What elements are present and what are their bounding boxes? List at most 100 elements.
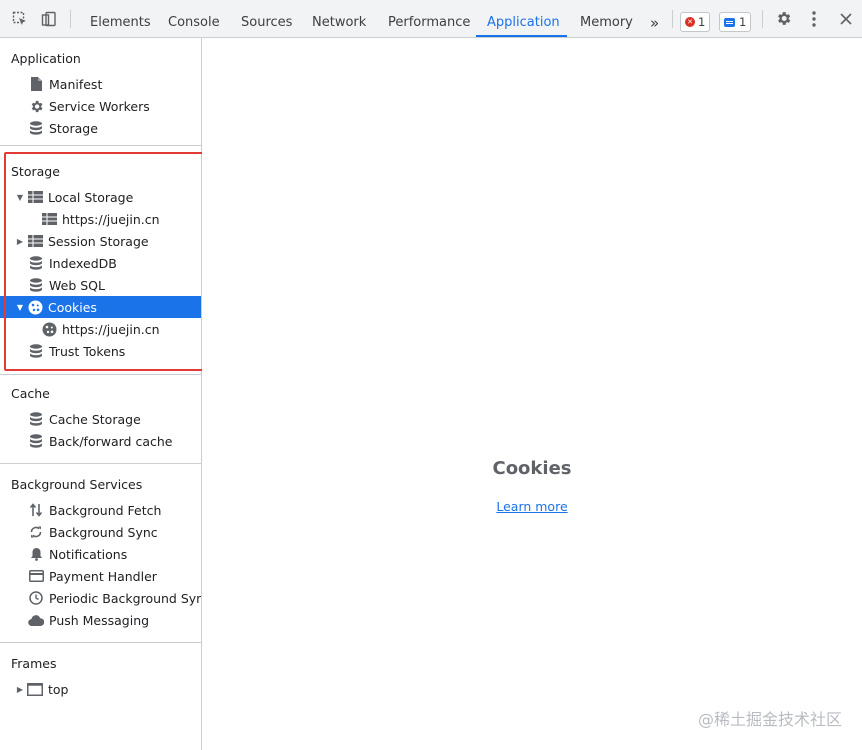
section-title-application: Application <box>11 51 81 66</box>
sidebar-item-label: Back/forward cache <box>49 433 173 449</box>
sync-icon <box>28 524 44 540</box>
file-icon <box>28 76 44 92</box>
watermark: @稀土掘金技术社区 <box>697 710 842 729</box>
toolbar-divider <box>762 10 763 28</box>
main-panel: Cookies Learn more @稀土掘金技术社区 <box>202 38 862 750</box>
sidebar-item-label: Manifest <box>49 76 103 92</box>
bell-icon <box>28 546 44 562</box>
tab-memory[interactable]: Memory <box>580 0 633 37</box>
expand-triangle-icon[interactable]: ▶ <box>15 237 25 246</box>
section-title-background-services: Background Services <box>11 477 143 492</box>
section-title-frames: Frames <box>11 656 57 671</box>
section-divider <box>0 145 201 146</box>
sidebar-item-frame-top[interactable]: ▶ top <box>0 678 201 700</box>
message-icon <box>724 17 735 27</box>
sidebar-item-trust-tokens[interactable]: Trust Tokens <box>0 340 201 362</box>
sidebar-item-label: Service Workers <box>49 98 150 114</box>
section-divider <box>0 642 201 643</box>
tab-network[interactable]: Network <box>312 0 366 37</box>
toolbar-divider <box>672 10 673 28</box>
sidebar-item-push-messaging[interactable]: Push Messaging <box>0 609 201 631</box>
sidebar-item-service-workers[interactable]: Service Workers <box>0 95 201 117</box>
sidebar-item-label: Notifications <box>49 546 128 562</box>
table-icon <box>41 211 57 227</box>
database-icon <box>28 343 44 359</box>
gear-icon[interactable] <box>772 0 794 37</box>
gear-icon <box>28 98 44 114</box>
sidebar-item-label: Cache Storage <box>49 411 141 427</box>
sidebar-item-manifest[interactable]: Manifest <box>0 73 201 95</box>
sidebar-item-background-fetch[interactable]: Background Fetch <box>0 499 201 521</box>
learn-more-link[interactable]: Learn more <box>202 499 862 514</box>
table-icon <box>27 189 43 205</box>
sidebar-item-notifications[interactable]: Notifications <box>0 543 201 565</box>
tab-sources[interactable]: Sources <box>241 0 292 37</box>
database-icon <box>28 433 44 449</box>
sidebar-item-session-storage[interactable]: ▶ Session Storage <box>0 230 201 252</box>
tab-elements[interactable]: Elements <box>90 0 151 37</box>
clock-icon <box>28 590 44 606</box>
sidebar-item-periodic-background-sync[interactable]: Periodic Background Sync <box>0 587 201 609</box>
section-title-storage: Storage <box>11 164 60 179</box>
tab-performance[interactable]: Performance <box>388 0 470 37</box>
cloud-icon <box>28 612 44 628</box>
close-icon[interactable] <box>836 0 856 37</box>
database-icon <box>28 255 44 271</box>
cookie-icon <box>27 299 43 315</box>
sidebar-item-label: top <box>48 681 69 697</box>
expand-triangle-icon[interactable]: ▼ <box>15 303 25 312</box>
frame-icon <box>27 681 43 697</box>
database-icon <box>28 277 44 293</box>
message-count: 1 <box>739 15 747 29</box>
table-icon <box>27 233 43 249</box>
error-count-badge[interactable]: ✕ 1 <box>680 12 711 32</box>
cookie-icon <box>41 321 57 337</box>
sidebar-item-cache-storage[interactable]: Cache Storage <box>0 408 201 430</box>
sidebar-item-cookies[interactable]: ▼ Cookies <box>0 296 201 318</box>
sidebar-item-local-storage[interactable]: ▼ Local Storage <box>0 186 201 208</box>
section-divider <box>0 463 201 464</box>
sidebar-item-back-forward-cache[interactable]: Back/forward cache <box>0 430 201 452</box>
sidebar-item-label: Web SQL <box>49 277 105 293</box>
section-title-cache: Cache <box>11 386 50 401</box>
tab-application[interactable]: Application <box>487 0 560 37</box>
sidebar-item-indexeddb[interactable]: IndexedDB <box>0 252 201 274</box>
more-tabs-button[interactable]: » <box>650 0 659 37</box>
sidebar-item-label: Local Storage <box>48 189 134 205</box>
tab-console[interactable]: Console <box>168 0 220 37</box>
sidebar-item-label: Storage <box>49 120 98 136</box>
sidebar-item-local-storage-origin[interactable]: https://juejin.cn <box>0 208 201 230</box>
sidebar-item-label: https://juejin.cn <box>62 211 160 227</box>
devtools-toolbar: Elements Console Sources Network Perform… <box>0 0 862 38</box>
section-divider <box>0 374 201 375</box>
sidebar-item-label: Background Fetch <box>49 502 162 518</box>
up-down-arrows-icon <box>28 502 44 518</box>
sidebar-item-storage-overview[interactable]: Storage <box>0 117 201 139</box>
sidebar-item-label: https://juejin.cn <box>62 321 160 337</box>
sidebar-item-label: Background Sync <box>49 524 158 540</box>
database-icon <box>28 120 44 136</box>
sidebar-item-label: Session Storage <box>48 233 149 249</box>
sidebar-item-web-sql[interactable]: Web SQL <box>0 274 201 296</box>
sidebar-item-cookies-origin[interactable]: https://juejin.cn <box>0 318 201 340</box>
application-sidebar: Application Manifest Service Workers Sto… <box>0 38 202 750</box>
sidebar-item-label: Periodic Background Sync <box>49 590 201 606</box>
sidebar-item-label: Cookies <box>48 299 97 315</box>
kebab-menu-icon[interactable] <box>804 0 824 37</box>
sidebar-item-background-sync[interactable]: Background Sync <box>0 521 201 543</box>
sidebar-item-label: Push Messaging <box>49 612 150 628</box>
message-count-badge[interactable]: 1 <box>719 12 752 32</box>
error-count: 1 <box>698 15 706 29</box>
sidebar-item-label: IndexedDB <box>49 255 117 271</box>
device-toolbar-icon[interactable] <box>38 0 60 37</box>
active-tab-indicator <box>476 35 567 37</box>
error-icon: ✕ <box>685 17 695 27</box>
sidebar-item-payment-handler[interactable]: Payment Handler <box>0 565 201 587</box>
expand-triangle-icon[interactable]: ▼ <box>15 193 25 202</box>
toolbar-divider <box>70 10 71 28</box>
page-title: Cookies <box>492 458 572 479</box>
credit-card-icon <box>28 568 44 584</box>
sidebar-item-label: Trust Tokens <box>49 343 126 359</box>
expand-triangle-icon[interactable]: ▶ <box>15 685 25 694</box>
inspect-element-icon[interactable] <box>10 0 30 37</box>
